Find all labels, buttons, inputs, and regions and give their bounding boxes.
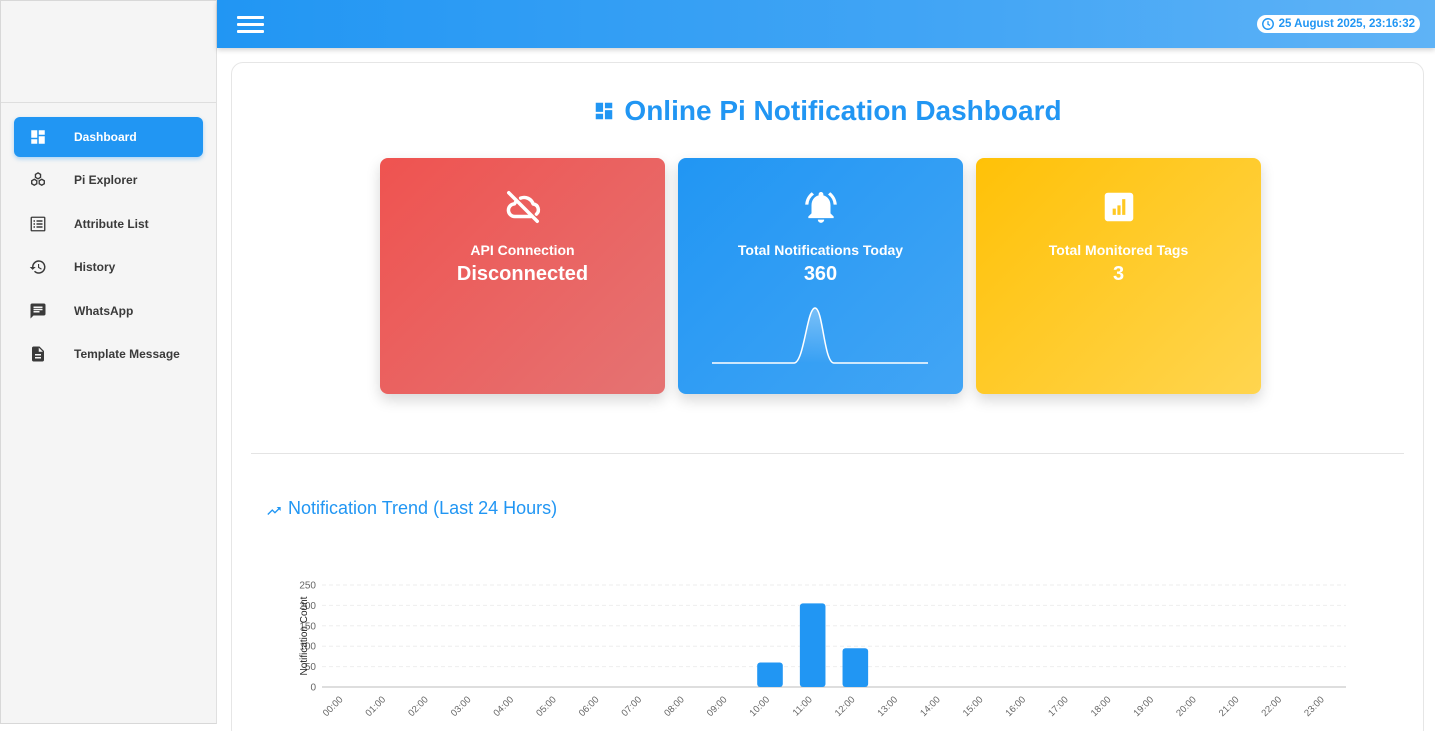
sidebar-item-label: Template Message — [74, 346, 180, 361]
x-tick-label: 18:00 — [1089, 694, 1114, 719]
chat-icon — [30, 303, 46, 319]
clock-icon — [1261, 18, 1274, 30]
sidebar-item-label: Pi Explorer — [74, 173, 138, 188]
x-tick-label: 00:00 — [321, 694, 346, 719]
x-tick-label: 13:00 — [876, 694, 901, 719]
section-divider — [251, 453, 1404, 454]
x-tick-label: 10:00 — [748, 694, 773, 719]
notifications-sparkline — [712, 307, 928, 364]
x-tick-label: 20:00 — [1174, 694, 1199, 719]
x-tick-label: 16:00 — [1004, 694, 1029, 719]
cloud-off-icon — [506, 191, 541, 223]
sidebar-item-whatsapp[interactable]: WhatsApp — [14, 291, 203, 331]
list-icon — [30, 216, 46, 232]
y-tick-label: 0 — [310, 683, 316, 694]
top-bar: 25 August 2025, 23:16:32 — [217, 0, 1435, 48]
x-tick-label: 01:00 — [364, 694, 389, 719]
x-tick-label: 04:00 — [492, 694, 517, 719]
x-tick-label: 07:00 — [620, 694, 645, 719]
sidebar-nav: Dashboard Pi Explorer Attribute List His… — [1, 103, 216, 374]
monitored-tags-card: Total Monitored Tags 3 — [976, 158, 1261, 394]
page-title-text: Online Pi Notification Dashboard — [624, 95, 1062, 126]
x-tick-label: 22:00 — [1260, 694, 1285, 719]
datetime-text: 25 August 2025, 23:16:32 — [1278, 18, 1415, 30]
datetime-badge: 25 August 2025, 23:16:32 — [1256, 15, 1420, 33]
x-tick-label: 06:00 — [577, 694, 602, 719]
card-label: Total Monitored Tags — [1048, 242, 1189, 258]
app-root: Dashboard Pi Explorer Attribute List His… — [0, 0, 1435, 731]
card-value: 3 — [1112, 263, 1125, 285]
bell-ringing-icon — [805, 191, 837, 223]
history-icon — [29, 260, 46, 274]
card-value: 360 — [803, 263, 838, 285]
card-label: Total Notifications Today — [737, 242, 904, 258]
x-tick-label: 03:00 — [449, 694, 474, 719]
sidebar-item-template-message[interactable]: Template Message — [14, 334, 203, 374]
sidebar-item-label: WhatsApp — [74, 303, 134, 318]
x-tick-label: 08:00 — [662, 694, 687, 719]
sidebar-item-pi-explorer[interactable]: Pi Explorer — [14, 160, 203, 200]
x-tick-label: 23:00 — [1302, 694, 1327, 719]
sidebar-item-history[interactable]: History — [14, 247, 203, 287]
bar-chart-icon — [1104, 192, 1134, 222]
card-label: API Connection — [470, 242, 575, 258]
sidebar-item-label: History — [74, 260, 116, 275]
sidebar: Dashboard Pi Explorer Attribute List His… — [0, 0, 217, 724]
sidebar-logo-area — [1, 1, 216, 103]
x-tick-label: 21:00 — [1217, 694, 1242, 719]
sidebar-item-label: Attribute List — [74, 216, 149, 231]
y-tick-label: 250 — [299, 581, 316, 592]
x-tick-label: 12:00 — [833, 694, 858, 719]
hexagons-icon — [31, 172, 45, 187]
hamburger-line — [237, 23, 264, 26]
dashboard-icon — [31, 130, 45, 144]
notifications-today-card: Total Notifications Today 360 — [678, 158, 963, 394]
x-tick-label: 19:00 — [1132, 694, 1157, 719]
chart-bar — [842, 648, 869, 687]
x-tick-label: 02:00 — [406, 694, 431, 719]
x-tick-label: 05:00 — [534, 694, 559, 719]
sidebar-item-dashboard[interactable]: Dashboard — [14, 117, 203, 157]
hamburger-line — [237, 16, 264, 19]
card-value: Disconnected — [456, 263, 589, 285]
menu-toggle-button[interactable] — [237, 14, 265, 34]
chart-bar — [799, 603, 826, 687]
api-connection-card: API Connection Disconnected — [380, 158, 665, 394]
document-icon — [32, 346, 44, 362]
x-tick-label: 11:00 — [791, 694, 815, 718]
sidebar-item-label: Dashboard — [74, 130, 137, 144]
main-content: Online Pi Notification Dashboard API Con… — [231, 62, 1424, 731]
page-title: Online Pi Notification Dashboard — [232, 95, 1423, 127]
chart-bar — [757, 662, 783, 687]
x-tick-label: 14:00 — [918, 694, 943, 719]
dashboard-icon — [596, 102, 613, 120]
notification-trend-chart: 050100150200250Notification Count00:00 01… — [299, 581, 1346, 719]
sidebar-item-attribute-list[interactable]: Attribute List — [14, 204, 203, 244]
y-axis-label: Notification Count — [299, 596, 310, 675]
x-tick-label: 09:00 — [705, 694, 730, 719]
trend-section-title: Notification Trend (Last 24 Hours) — [288, 498, 558, 518]
hamburger-line — [237, 30, 264, 33]
trending-up-icon — [267, 507, 281, 515]
x-tick-label: 17:00 — [1046, 694, 1071, 719]
x-tick-label: 15:00 — [961, 694, 986, 719]
